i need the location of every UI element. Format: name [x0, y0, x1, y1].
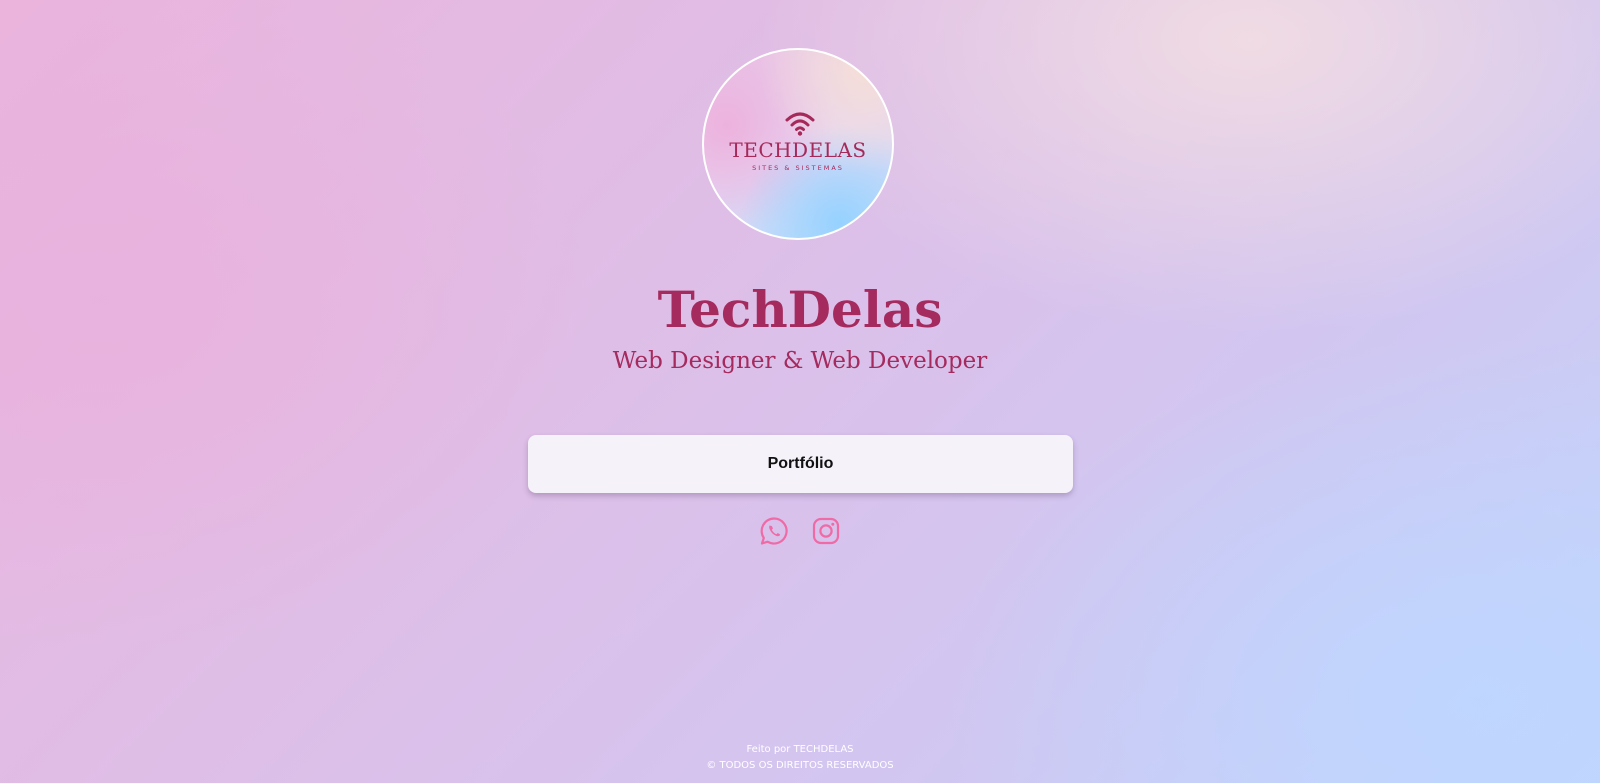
instagram-icon[interactable] — [811, 516, 841, 546]
logo-tagline: SITES & SISTEMAS — [752, 164, 844, 172]
whatsapp-icon[interactable] — [759, 516, 789, 546]
portfolio-link-button[interactable]: Portfólio — [528, 435, 1073, 493]
profile-avatar: TECHDELAS SITES & SISTEMAS — [702, 48, 894, 240]
footer-copyright: © TODOS OS DIREITOS RESERVADOS — [706, 760, 894, 771]
profile-tagline: Web Designer & Web Developer — [612, 348, 988, 374]
footer-made-by: Feito por TECHDELAS — [746, 744, 854, 755]
profile-name: TechDelas — [657, 280, 943, 339]
wifi-icon — [785, 112, 815, 136]
linktree-page: TECHDELAS SITES & SISTEMAS TechDelas Web… — [0, 0, 1600, 783]
logo-wordmark: TECHDELAS — [729, 138, 867, 162]
